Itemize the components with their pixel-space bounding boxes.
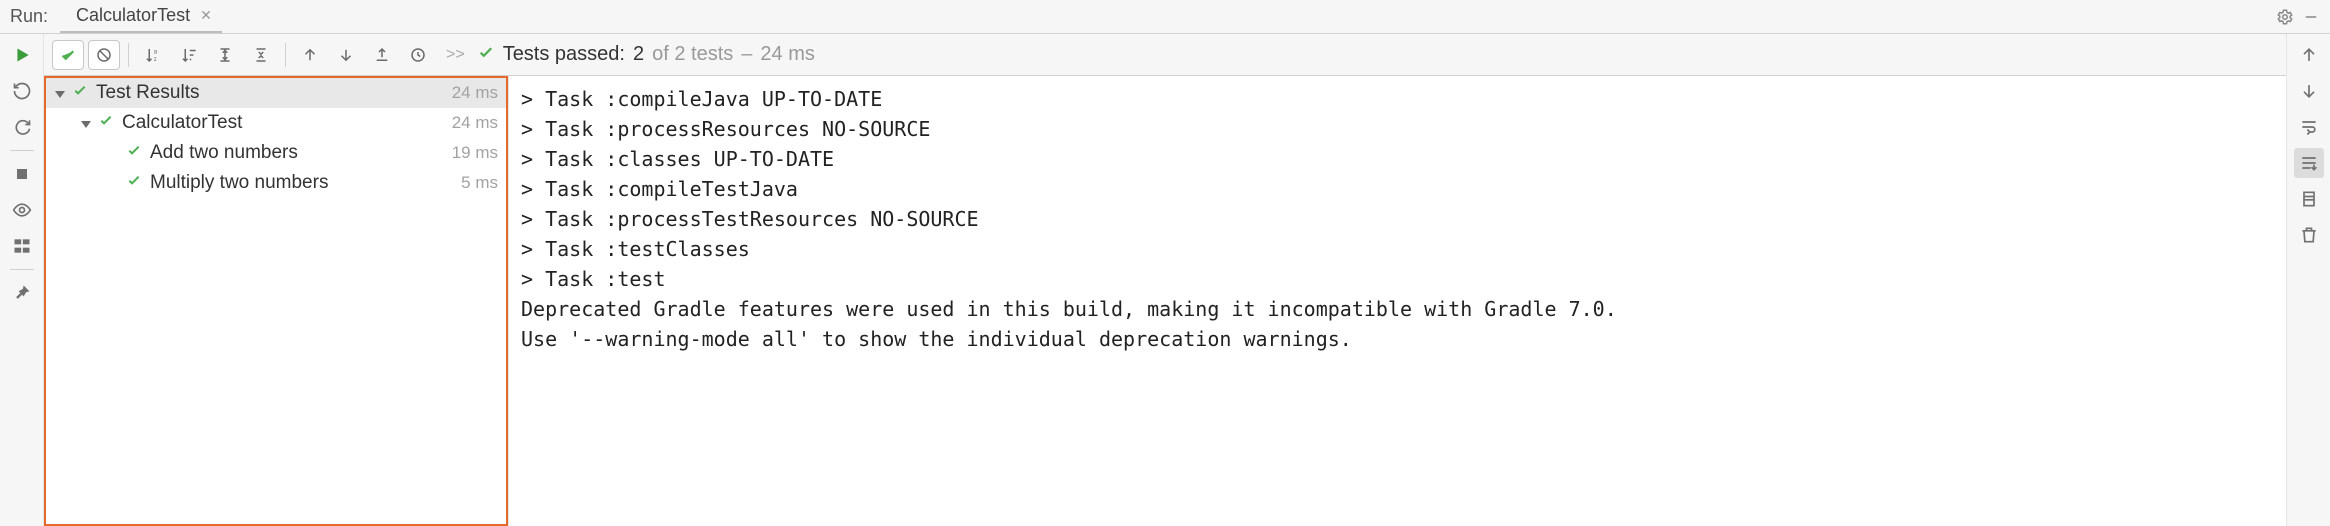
- collapse-all-icon[interactable]: [245, 40, 277, 70]
- run-tool-header: Run: CalculatorTest ✕: [0, 0, 2330, 34]
- check-icon: [126, 172, 142, 194]
- scroll-down-icon[interactable]: [2294, 76, 2324, 106]
- close-icon[interactable]: ✕: [200, 7, 212, 24]
- scroll-up-icon[interactable]: [2294, 40, 2324, 70]
- svg-text:a: a: [154, 49, 158, 55]
- show-passed-icon[interactable]: [52, 40, 84, 70]
- layout-icon[interactable]: [7, 231, 37, 261]
- rerun-failed-icon[interactable]: [7, 76, 37, 106]
- right-gutter: [2286, 34, 2330, 526]
- gear-icon[interactable]: [2272, 4, 2298, 30]
- tab-title: CalculatorTest: [76, 5, 190, 26]
- toggle-auto-test-icon[interactable]: [7, 112, 37, 142]
- svg-text:z: z: [154, 57, 157, 63]
- scroll-to-end-icon[interactable]: [2294, 148, 2324, 178]
- tree-suite-time: 24 ms: [452, 113, 498, 133]
- status-dash: –: [741, 43, 752, 66]
- console-output[interactable]: > Task :compileJava UP-TO-DATE > Task :p…: [508, 76, 2286, 526]
- tree-test-label: Multiply two numbers: [150, 172, 328, 194]
- test-summary: Tests passed: 2 of 2 tests – 24 ms: [477, 43, 815, 67]
- tree-suite[interactable]: CalculatorTest 24 ms: [46, 108, 506, 138]
- run-label: Run:: [10, 6, 48, 27]
- export-results-icon[interactable]: [366, 40, 398, 70]
- tree-test[interactable]: Multiply two numbers 5 ms: [46, 168, 506, 198]
- soft-wrap-icon[interactable]: [2294, 112, 2324, 142]
- console-line: > Task :processResources NO-SOURCE: [521, 114, 2274, 144]
- status-of: of 2 tests: [652, 43, 733, 66]
- tree-root[interactable]: Test Results 24 ms: [46, 78, 506, 108]
- test-toolbar: az >>: [44, 34, 2286, 76]
- prev-failed-icon[interactable]: [294, 40, 326, 70]
- tree-test-time: 5 ms: [461, 173, 498, 193]
- trash-icon[interactable]: [2294, 220, 2324, 250]
- stop-icon[interactable]: [7, 159, 37, 189]
- console-line: > Task :processTestResources NO-SOURCE: [521, 204, 2274, 234]
- next-failed-icon[interactable]: [330, 40, 362, 70]
- tree-test-time: 19 ms: [452, 143, 498, 163]
- check-icon: [126, 142, 142, 164]
- tree-test[interactable]: Add two numbers 19 ms: [46, 138, 506, 168]
- check-icon: [477, 43, 495, 67]
- status-passed-count: 2: [633, 43, 644, 66]
- rerun-icon[interactable]: [7, 40, 37, 70]
- console-line: > Task :compileTestJava: [521, 174, 2274, 204]
- console-line: Deprecated Gradle features were used in …: [521, 294, 2274, 324]
- show-ignored-icon[interactable]: [88, 40, 120, 70]
- run-config-tab[interactable]: CalculatorTest ✕: [60, 0, 222, 33]
- console-line: > Task :compileJava UP-TO-DATE: [521, 84, 2274, 114]
- history-icon[interactable]: [402, 40, 434, 70]
- overflow-chevrons[interactable]: >>: [446, 46, 465, 64]
- sort-alpha-icon[interactable]: az: [137, 40, 169, 70]
- tree-root-time: 24 ms: [452, 83, 498, 103]
- console-line: > Task :classes UP-TO-DATE: [521, 144, 2274, 174]
- test-tree[interactable]: Test Results 24 ms CalculatorTest 24 ms …: [44, 76, 508, 526]
- check-icon: [72, 82, 88, 104]
- tree-test-label: Add two numbers: [150, 142, 298, 164]
- check-icon: [98, 112, 114, 134]
- console-line: > Task :testClasses: [521, 234, 2274, 264]
- console-line: > Task :test: [521, 264, 2274, 294]
- tree-suite-label: CalculatorTest: [122, 112, 242, 134]
- show-hidden-icon[interactable]: [7, 195, 37, 225]
- chevron-down-icon[interactable]: [78, 115, 94, 131]
- status-total-time: 24 ms: [760, 43, 814, 66]
- print-icon[interactable]: [2294, 184, 2324, 214]
- tree-root-label: Test Results: [96, 82, 199, 104]
- expand-all-icon[interactable]: [209, 40, 241, 70]
- chevron-down-icon[interactable]: [52, 85, 68, 101]
- minimize-icon[interactable]: [2298, 4, 2324, 30]
- left-gutter: [0, 34, 44, 526]
- status-prefix: Tests passed:: [503, 43, 625, 66]
- sort-duration-icon[interactable]: [173, 40, 205, 70]
- console-line: Use '--warning-mode all' to show the ind…: [521, 324, 2274, 354]
- pin-icon[interactable]: [7, 278, 37, 308]
